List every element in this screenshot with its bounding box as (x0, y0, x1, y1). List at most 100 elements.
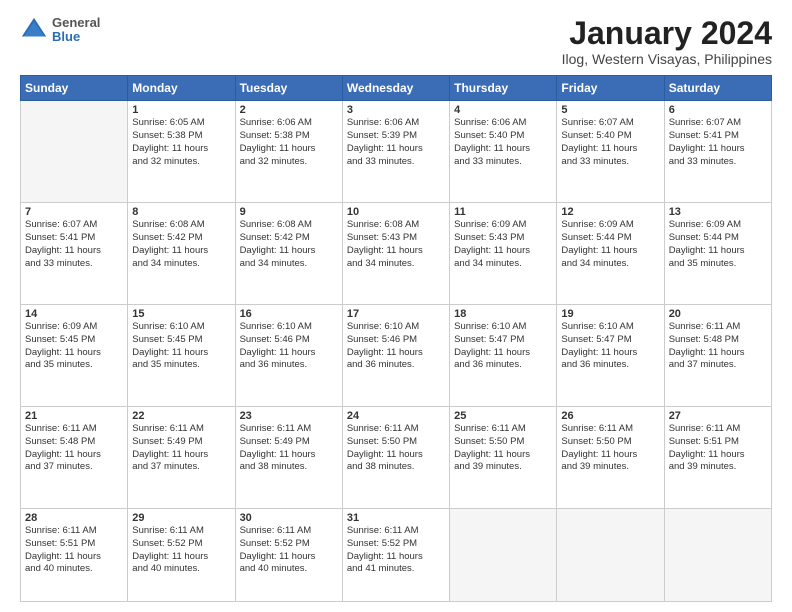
calendar-cell: 28Sunrise: 6:11 AM Sunset: 5:51 PM Dayli… (21, 508, 128, 601)
day-info: Sunrise: 6:10 AM Sunset: 5:47 PM Dayligh… (561, 321, 659, 372)
day-info: Sunrise: 6:06 AM Sunset: 5:40 PM Dayligh… (454, 117, 552, 168)
day-number: 27 (669, 410, 767, 422)
day-number: 26 (561, 410, 659, 422)
day-number: 22 (132, 410, 230, 422)
day-info: Sunrise: 6:09 AM Sunset: 5:44 PM Dayligh… (669, 219, 767, 270)
day-number: 9 (240, 206, 338, 218)
day-info: Sunrise: 6:07 AM Sunset: 5:41 PM Dayligh… (669, 117, 767, 168)
calendar-cell: 21Sunrise: 6:11 AM Sunset: 5:48 PM Dayli… (21, 406, 128, 508)
calendar-cell: 1Sunrise: 6:05 AM Sunset: 5:38 PM Daylig… (128, 101, 235, 203)
calendar-cell: 12Sunrise: 6:09 AM Sunset: 5:44 PM Dayli… (557, 203, 664, 305)
calendar-cell: 3Sunrise: 6:06 AM Sunset: 5:39 PM Daylig… (342, 101, 449, 203)
calendar-cell: 8Sunrise: 6:08 AM Sunset: 5:42 PM Daylig… (128, 203, 235, 305)
day-info: Sunrise: 6:06 AM Sunset: 5:39 PM Dayligh… (347, 117, 445, 168)
day-number: 12 (561, 206, 659, 218)
day-info: Sunrise: 6:11 AM Sunset: 5:52 PM Dayligh… (347, 525, 445, 576)
calendar-cell: 6Sunrise: 6:07 AM Sunset: 5:41 PM Daylig… (664, 101, 771, 203)
calendar-header-saturday: Saturday (664, 76, 771, 101)
day-info: Sunrise: 6:07 AM Sunset: 5:40 PM Dayligh… (561, 117, 659, 168)
calendar-week-row: 21Sunrise: 6:11 AM Sunset: 5:48 PM Dayli… (21, 406, 772, 508)
day-info: Sunrise: 6:11 AM Sunset: 5:52 PM Dayligh… (132, 525, 230, 576)
day-number: 18 (454, 308, 552, 320)
calendar-header-tuesday: Tuesday (235, 76, 342, 101)
day-info: Sunrise: 6:09 AM Sunset: 5:45 PM Dayligh… (25, 321, 123, 372)
calendar-header-thursday: Thursday (450, 76, 557, 101)
day-number: 13 (669, 206, 767, 218)
calendar-cell: 31Sunrise: 6:11 AM Sunset: 5:52 PM Dayli… (342, 508, 449, 601)
day-info: Sunrise: 6:08 AM Sunset: 5:43 PM Dayligh… (347, 219, 445, 270)
calendar-cell: 15Sunrise: 6:10 AM Sunset: 5:45 PM Dayli… (128, 305, 235, 407)
calendar-cell: 11Sunrise: 6:09 AM Sunset: 5:43 PM Dayli… (450, 203, 557, 305)
day-number: 8 (132, 206, 230, 218)
day-info: Sunrise: 6:09 AM Sunset: 5:44 PM Dayligh… (561, 219, 659, 270)
calendar-cell: 25Sunrise: 6:11 AM Sunset: 5:50 PM Dayli… (450, 406, 557, 508)
day-number: 29 (132, 512, 230, 524)
day-info: Sunrise: 6:06 AM Sunset: 5:38 PM Dayligh… (240, 117, 338, 168)
calendar-cell: 9Sunrise: 6:08 AM Sunset: 5:42 PM Daylig… (235, 203, 342, 305)
calendar-cell: 26Sunrise: 6:11 AM Sunset: 5:50 PM Dayli… (557, 406, 664, 508)
day-number: 20 (669, 308, 767, 320)
day-number: 28 (25, 512, 123, 524)
calendar-cell: 29Sunrise: 6:11 AM Sunset: 5:52 PM Dayli… (128, 508, 235, 601)
day-info: Sunrise: 6:11 AM Sunset: 5:50 PM Dayligh… (561, 423, 659, 474)
day-number: 16 (240, 308, 338, 320)
day-info: Sunrise: 6:07 AM Sunset: 5:41 PM Dayligh… (25, 219, 123, 270)
calendar-cell: 22Sunrise: 6:11 AM Sunset: 5:49 PM Dayli… (128, 406, 235, 508)
logo-text: General Blue (52, 16, 100, 45)
day-number: 24 (347, 410, 445, 422)
calendar-week-row: 28Sunrise: 6:11 AM Sunset: 5:51 PM Dayli… (21, 508, 772, 601)
calendar-cell (664, 508, 771, 601)
day-number: 19 (561, 308, 659, 320)
day-info: Sunrise: 6:10 AM Sunset: 5:46 PM Dayligh… (240, 321, 338, 372)
day-info: Sunrise: 6:11 AM Sunset: 5:50 PM Dayligh… (347, 423, 445, 474)
day-info: Sunrise: 6:11 AM Sunset: 5:50 PM Dayligh… (454, 423, 552, 474)
day-info: Sunrise: 6:10 AM Sunset: 5:46 PM Dayligh… (347, 321, 445, 372)
calendar-header-sunday: Sunday (21, 76, 128, 101)
day-number: 4 (454, 104, 552, 116)
day-info: Sunrise: 6:11 AM Sunset: 5:52 PM Dayligh… (240, 525, 338, 576)
calendar-cell: 16Sunrise: 6:10 AM Sunset: 5:46 PM Dayli… (235, 305, 342, 407)
calendar-cell: 24Sunrise: 6:11 AM Sunset: 5:50 PM Dayli… (342, 406, 449, 508)
day-number: 5 (561, 104, 659, 116)
calendar-table: SundayMondayTuesdayWednesdayThursdayFrid… (20, 75, 772, 602)
calendar-cell: 7Sunrise: 6:07 AM Sunset: 5:41 PM Daylig… (21, 203, 128, 305)
day-info: Sunrise: 6:08 AM Sunset: 5:42 PM Dayligh… (132, 219, 230, 270)
day-number: 25 (454, 410, 552, 422)
day-info: Sunrise: 6:10 AM Sunset: 5:45 PM Dayligh… (132, 321, 230, 372)
day-number: 2 (240, 104, 338, 116)
day-info: Sunrise: 6:11 AM Sunset: 5:49 PM Dayligh… (240, 423, 338, 474)
day-info: Sunrise: 6:11 AM Sunset: 5:51 PM Dayligh… (669, 423, 767, 474)
day-info: Sunrise: 6:08 AM Sunset: 5:42 PM Dayligh… (240, 219, 338, 270)
day-number: 31 (347, 512, 445, 524)
day-number: 17 (347, 308, 445, 320)
title-block: January 2024 Ilog, Western Visayas, Phil… (562, 16, 772, 67)
calendar-cell: 13Sunrise: 6:09 AM Sunset: 5:44 PM Dayli… (664, 203, 771, 305)
calendar-cell (21, 101, 128, 203)
calendar-cell (557, 508, 664, 601)
page: General Blue January 2024 Ilog, Western … (0, 0, 792, 612)
day-number: 15 (132, 308, 230, 320)
logo-icon (20, 16, 48, 44)
day-info: Sunrise: 6:05 AM Sunset: 5:38 PM Dayligh… (132, 117, 230, 168)
main-title: January 2024 (562, 16, 772, 51)
calendar-header-friday: Friday (557, 76, 664, 101)
calendar-week-row: 7Sunrise: 6:07 AM Sunset: 5:41 PM Daylig… (21, 203, 772, 305)
day-info: Sunrise: 6:10 AM Sunset: 5:47 PM Dayligh… (454, 321, 552, 372)
day-number: 11 (454, 206, 552, 218)
calendar-cell: 19Sunrise: 6:10 AM Sunset: 5:47 PM Dayli… (557, 305, 664, 407)
calendar-cell: 27Sunrise: 6:11 AM Sunset: 5:51 PM Dayli… (664, 406, 771, 508)
day-number: 3 (347, 104, 445, 116)
day-number: 6 (669, 104, 767, 116)
calendar-cell: 17Sunrise: 6:10 AM Sunset: 5:46 PM Dayli… (342, 305, 449, 407)
day-number: 7 (25, 206, 123, 218)
logo-general: General (52, 16, 100, 30)
day-info: Sunrise: 6:09 AM Sunset: 5:43 PM Dayligh… (454, 219, 552, 270)
subtitle: Ilog, Western Visayas, Philippines (562, 51, 772, 67)
day-number: 1 (132, 104, 230, 116)
calendar-cell: 30Sunrise: 6:11 AM Sunset: 5:52 PM Dayli… (235, 508, 342, 601)
calendar-cell: 10Sunrise: 6:08 AM Sunset: 5:43 PM Dayli… (342, 203, 449, 305)
day-number: 23 (240, 410, 338, 422)
day-info: Sunrise: 6:11 AM Sunset: 5:51 PM Dayligh… (25, 525, 123, 576)
day-info: Sunrise: 6:11 AM Sunset: 5:48 PM Dayligh… (25, 423, 123, 474)
calendar-cell: 5Sunrise: 6:07 AM Sunset: 5:40 PM Daylig… (557, 101, 664, 203)
